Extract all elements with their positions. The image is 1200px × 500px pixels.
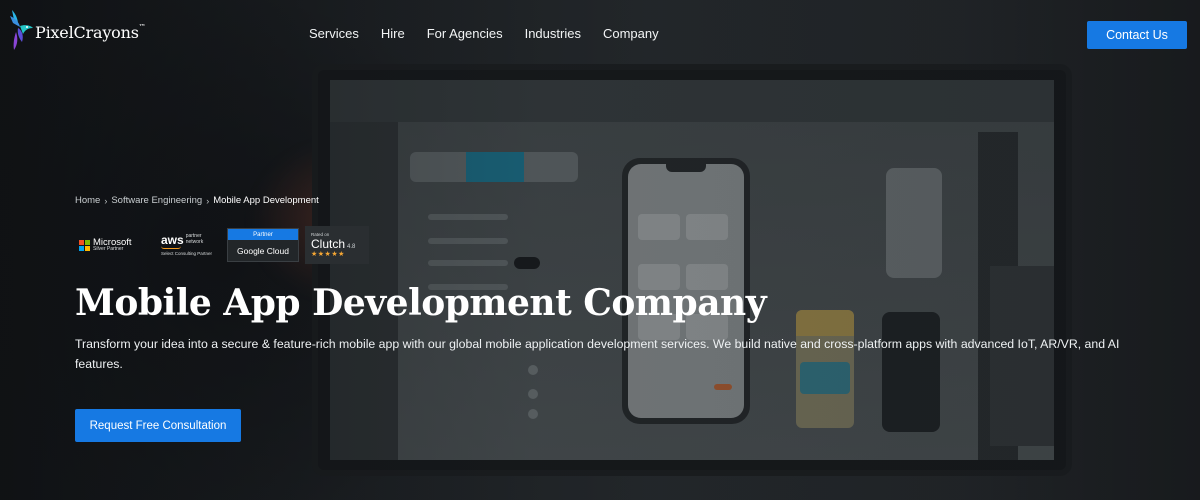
chevron-right-icon: › xyxy=(206,195,210,206)
aws-tier: Select Consulting Partner xyxy=(161,251,213,256)
clutch-score: 4.8 xyxy=(347,244,356,250)
nav-item-services[interactable]: Services xyxy=(309,26,359,41)
google-cloud-partner-badge: Partner Google Cloud xyxy=(227,228,299,262)
breadcrumb-current: Mobile App Development xyxy=(213,195,319,206)
brand-name: PixelCrayons™ xyxy=(35,22,146,42)
site-header: PixelCrayons™ Services Hire For Agencies… xyxy=(0,0,1200,68)
partner-badges: Microsoft Silver Partner aws partner netw… xyxy=(75,226,369,264)
star-rating-icon: ★★★★★ xyxy=(311,251,345,258)
nav-item-for-agencies[interactable]: For Agencies xyxy=(427,26,503,41)
google-cloud-name: Google Cloud xyxy=(237,246,289,256)
hummingbird-logo-icon xyxy=(10,10,33,50)
nav-item-industries[interactable]: Industries xyxy=(525,26,581,41)
hero-description: Transform your idea into a secure & feat… xyxy=(75,337,1120,371)
nav-item-hire[interactable]: Hire xyxy=(381,26,405,41)
google-partner-tag: Partner xyxy=(228,229,298,240)
request-free-consultation-button[interactable]: Request Free Consultation xyxy=(75,409,241,442)
aws-partner-badge: aws partner network Select Consulting Par… xyxy=(161,226,221,264)
clutch-name: Clutch xyxy=(311,237,346,251)
main-nav: Services Hire For Agencies Industries Co… xyxy=(309,26,681,41)
breadcrumb-software-engineering[interactable]: Software Engineering xyxy=(111,195,202,206)
page-title: Mobile App Development Company xyxy=(75,282,767,324)
contact-us-button[interactable]: Contact Us xyxy=(1087,21,1187,49)
aws-partner-network: partner network xyxy=(185,233,204,245)
breadcrumb: Home › Software Engineering › Mobile App… xyxy=(75,195,319,206)
microsoft-badge-sub: Silver Partner xyxy=(93,246,124,253)
microsoft-logo-icon xyxy=(79,239,90,251)
nav-item-company[interactable]: Company xyxy=(603,26,659,41)
aws-logo-text: aws xyxy=(161,233,184,247)
microsoft-partner-badge: Microsoft Silver Partner xyxy=(79,226,149,264)
aws-smile-icon xyxy=(161,246,181,249)
chevron-right-icon: › xyxy=(104,195,108,206)
brand-logo[interactable]: PixelCrayons™ xyxy=(6,8,146,52)
clutch-rating-badge: Rated on Clutch 4.8 ★★★★★ xyxy=(305,226,369,264)
breadcrumb-home[interactable]: Home xyxy=(75,195,100,206)
